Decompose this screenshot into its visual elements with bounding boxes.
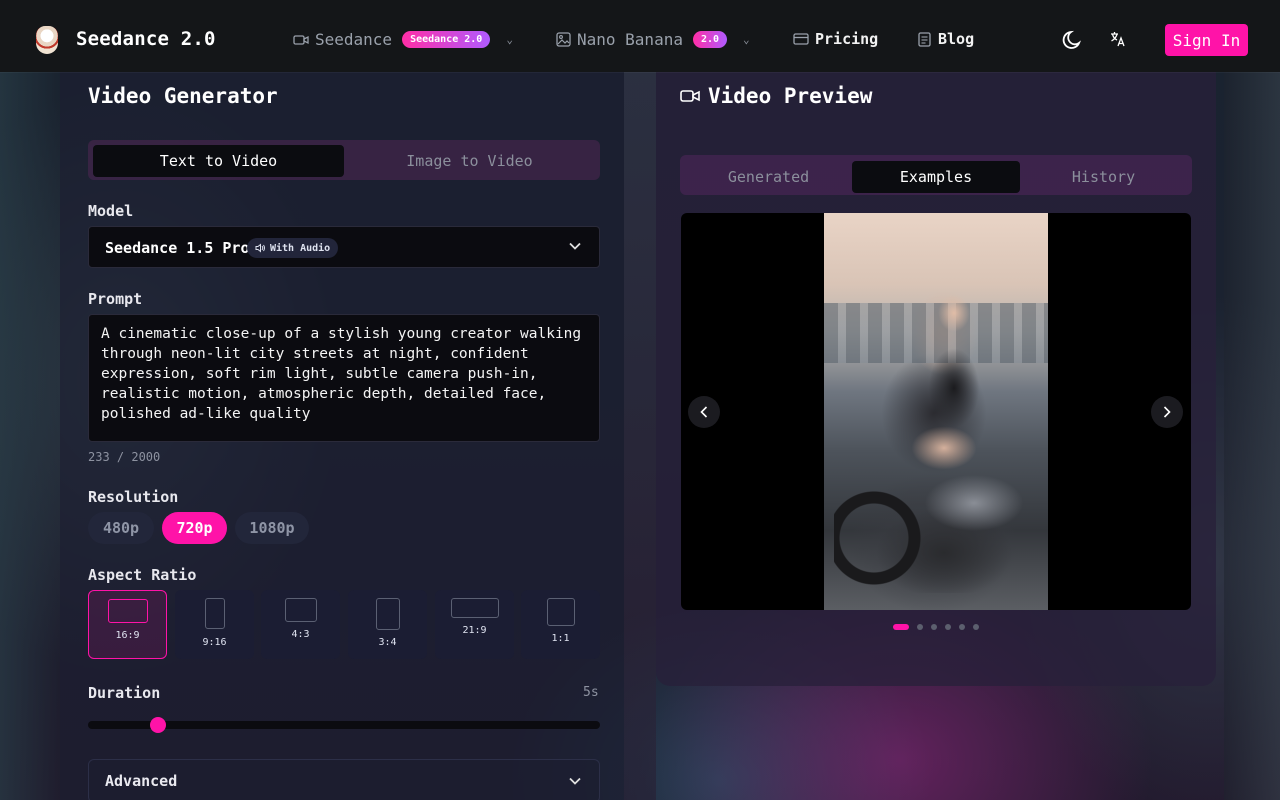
theme-toggle-button[interactable] bbox=[1062, 29, 1084, 56]
with-audio-label: With Audio bbox=[270, 242, 331, 254]
aspect-1-1-label: 1:1 bbox=[551, 633, 570, 644]
aspect-9-16-label: 9:16 bbox=[202, 637, 227, 648]
nav-pricing[interactable]: Pricing bbox=[793, 30, 878, 48]
carousel-dot[interactable] bbox=[945, 624, 951, 630]
nav-seedance-label: Seedance bbox=[315, 30, 393, 49]
nav-blog-label: Blog bbox=[938, 30, 975, 48]
aspect-4-3-preview bbox=[284, 598, 317, 622]
top-navigation-bar: Seedance 2.0 Seedance Seedance 2.0 ⌄ Nan… bbox=[0, 0, 1280, 72]
aspect-21-9-option[interactable]: 21:9 bbox=[435, 590, 514, 659]
with-audio-badge: With Audio bbox=[247, 238, 339, 258]
tab-image-to-video[interactable]: Image to Video bbox=[344, 145, 595, 177]
tab-generated[interactable]: Generated bbox=[685, 161, 852, 193]
carousel-next-button[interactable] bbox=[1151, 396, 1183, 428]
background-blur-left bbox=[0, 72, 60, 800]
nav-nano-banana-label: Nano Banana bbox=[577, 30, 683, 49]
aspect-1-1-option[interactable]: 1:1 bbox=[521, 590, 600, 659]
model-label: Model bbox=[88, 202, 134, 220]
resolution-720p-button[interactable]: 720p bbox=[162, 512, 227, 544]
aspect-21-9-label: 21:9 bbox=[462, 625, 487, 636]
carousel-dot[interactable] bbox=[973, 624, 979, 630]
aspect-3-4-option[interactable]: 3:4 bbox=[348, 590, 427, 659]
carousel-dot[interactable] bbox=[931, 624, 937, 630]
brand-name[interactable]: Seedance 2.0 bbox=[76, 28, 216, 50]
chevron-left-icon bbox=[700, 406, 708, 418]
aspect-16-9-option[interactable]: 16:9 bbox=[88, 590, 167, 659]
video-icon bbox=[293, 34, 309, 45]
model-select[interactable]: Seedance 1.5 Pro With Audio bbox=[88, 226, 600, 268]
aspect-4-3-option[interactable]: 4:3 bbox=[261, 590, 340, 659]
duration-label: Duration bbox=[88, 684, 161, 702]
prompt-textarea[interactable]: A cinematic close-up of a stylish young … bbox=[88, 314, 600, 442]
resolution-label: Resolution bbox=[88, 488, 179, 506]
chevron-down-icon: ⌄ bbox=[743, 33, 750, 46]
aspect-1-1-preview bbox=[546, 598, 575, 626]
chevron-down-icon: ⌄ bbox=[506, 33, 513, 46]
carousel-dot[interactable] bbox=[917, 624, 923, 630]
nav-nano-banana[interactable]: Nano Banana 2.0 ⌄ bbox=[556, 30, 750, 49]
translate-icon bbox=[1111, 32, 1125, 47]
seedance-version-badge: Seedance 2.0 bbox=[402, 31, 491, 48]
advanced-label: Advanced bbox=[105, 772, 178, 790]
example-video-frame bbox=[824, 213, 1048, 610]
chevron-down-icon bbox=[569, 774, 581, 789]
nav-seedance[interactable]: Seedance Seedance 2.0 ⌄ bbox=[293, 30, 513, 49]
aspect-9-16-option[interactable]: 9:16 bbox=[175, 590, 254, 659]
moon-icon bbox=[1062, 30, 1082, 49]
nano-banana-version-badge: 2.0 bbox=[692, 31, 728, 48]
card-icon bbox=[793, 33, 809, 45]
speaker-icon bbox=[255, 243, 265, 253]
prompt-label: Prompt bbox=[88, 290, 143, 308]
generator-title: Video Generator bbox=[88, 84, 278, 108]
carousel-dot[interactable] bbox=[959, 624, 965, 630]
duration-value: 5s bbox=[583, 685, 599, 700]
resolution-1080p-button[interactable]: 1080p bbox=[235, 512, 309, 544]
aspect-21-9-preview bbox=[450, 598, 499, 618]
video-icon bbox=[680, 90, 700, 102]
aspect-3-4-preview bbox=[375, 598, 400, 630]
carousel-prev-button[interactable] bbox=[688, 396, 720, 428]
preview-title: Video Preview bbox=[708, 84, 873, 108]
background-blur-middle bbox=[624, 72, 656, 800]
carousel-dot-active[interactable] bbox=[893, 624, 909, 630]
resolution-480p-button[interactable]: 480p bbox=[88, 512, 154, 544]
prompt-character-counter: 233 / 2000 bbox=[88, 450, 161, 464]
mask-logo-icon[interactable] bbox=[36, 26, 58, 54]
aspect-4-3-label: 4:3 bbox=[291, 629, 310, 640]
aspect-16-9-preview bbox=[107, 599, 148, 623]
tab-history[interactable]: History bbox=[1020, 161, 1187, 193]
aspect-9-16-preview bbox=[204, 598, 225, 629]
tab-text-to-video[interactable]: Text to Video bbox=[93, 145, 344, 177]
aspect-ratio-label: Aspect Ratio bbox=[88, 566, 197, 584]
advanced-settings-toggle[interactable]: Advanced bbox=[88, 759, 600, 800]
chevron-down-icon bbox=[569, 239, 581, 254]
aspect-3-4-label: 3:4 bbox=[378, 637, 397, 648]
duration-slider-thumb[interactable] bbox=[150, 717, 166, 733]
aspect-16-9-label: 16:9 bbox=[115, 630, 140, 641]
example-video-player[interactable] bbox=[681, 213, 1191, 610]
woman-on-motorcycle bbox=[899, 283, 1009, 483]
language-button[interactable] bbox=[1109, 30, 1127, 53]
document-icon bbox=[918, 31, 931, 47]
image-icon bbox=[556, 32, 571, 47]
tab-examples[interactable]: Examples bbox=[852, 161, 1020, 193]
background-blur-right bbox=[1224, 72, 1280, 800]
chevron-right-icon bbox=[1163, 406, 1171, 418]
model-value: Seedance 1.5 Pro bbox=[105, 239, 250, 257]
nav-blog[interactable]: Blog bbox=[917, 30, 974, 48]
sign-in-button[interactable]: Sign In bbox=[1165, 24, 1248, 56]
nav-pricing-label: Pricing bbox=[815, 30, 879, 48]
